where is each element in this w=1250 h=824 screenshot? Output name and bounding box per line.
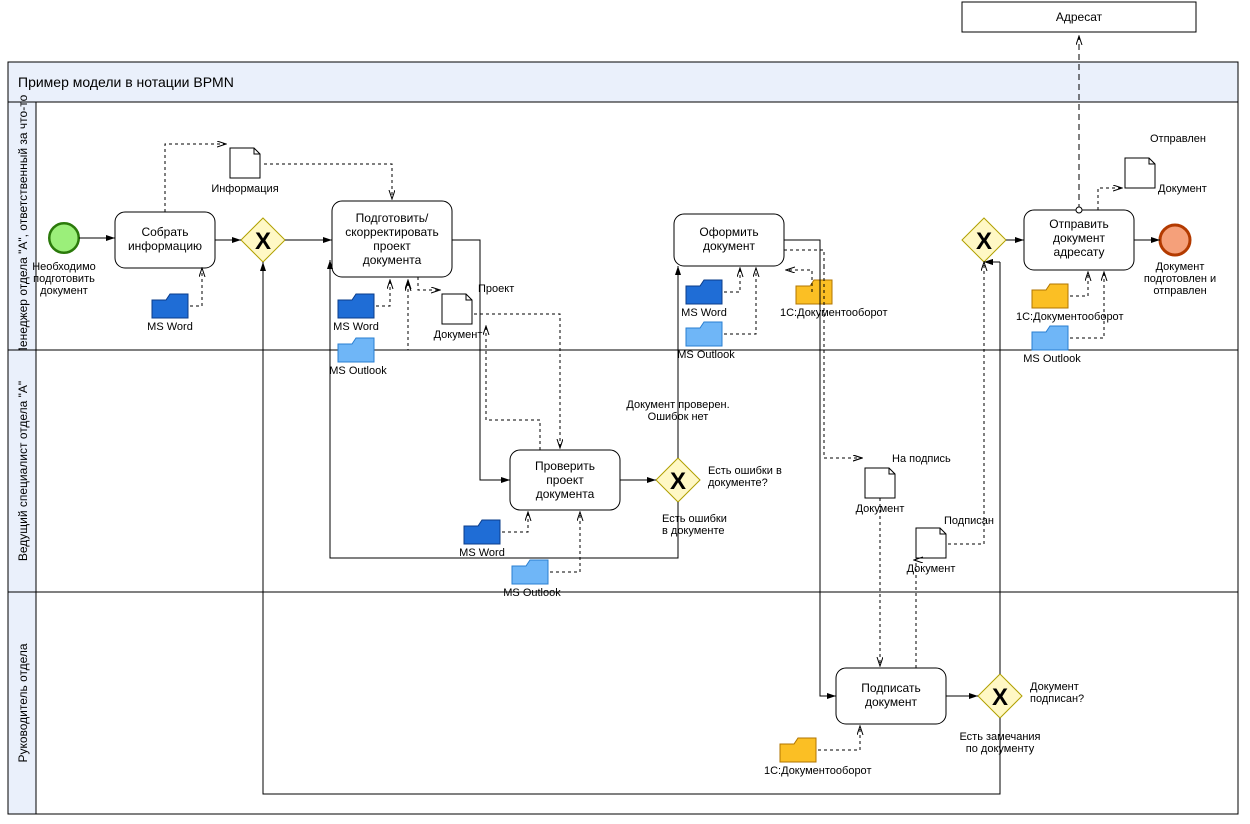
external-pool-label: Адресат bbox=[1056, 10, 1103, 24]
lane2-body bbox=[36, 350, 1238, 592]
svg-text:Подписатьдокумент: Подписатьдокумент bbox=[861, 681, 920, 709]
data-sent-state: Отправлен bbox=[1150, 133, 1206, 145]
data-signed-doc-label: Документ bbox=[907, 563, 956, 575]
folder-word-1-label: MS Word bbox=[147, 321, 193, 333]
svg-text:Оформитьдокумент: Оформитьдокумент bbox=[699, 225, 758, 253]
lane1-label: Менеджер отдела "А", ответственный за чт… bbox=[16, 94, 30, 357]
start-event-label-1: Необходимо bbox=[32, 261, 96, 273]
gateway-errors-yes-l1: Есть ошибки bbox=[662, 513, 727, 525]
task-sign-doc-l1: Подписать bbox=[861, 681, 920, 695]
data-project-doc-label: Документ bbox=[434, 329, 483, 341]
data-info-label: Информация bbox=[211, 183, 278, 195]
gateway-signed-q-l1: Документ bbox=[1030, 681, 1079, 693]
folder-outlook-4-label: MS Outlook bbox=[1023, 353, 1081, 365]
lane3-label: Руководитель отдела bbox=[16, 643, 30, 762]
task-format-doc-l1: Оформить bbox=[699, 225, 758, 239]
folder-1c-3-label: 1С:Документооборот bbox=[780, 307, 887, 319]
data-sign-state: На подпись bbox=[892, 453, 951, 465]
task-send-doc-l1: Отправить bbox=[1049, 217, 1109, 231]
svg-text:Есть ошибкив документе: Есть ошибкив документе bbox=[662, 513, 727, 537]
gateway-merge-2-x: X bbox=[976, 228, 992, 255]
data-sent-doc-label: Документ bbox=[1158, 183, 1207, 195]
folder-1c-6-label: 1С:Документооборот bbox=[764, 765, 871, 777]
folder-outlook-3-label: MS Outlook bbox=[677, 349, 735, 361]
task-collect-info-l1: Собрать bbox=[141, 225, 188, 239]
gateway-signed-x: X bbox=[992, 684, 1008, 711]
bpmn-diagram: Адресат Пример модели в нотации BPMN Мен… bbox=[0, 0, 1250, 824]
data-project-state: Проект bbox=[478, 283, 514, 295]
lane2-label: Ведущий специалист отдела "А" bbox=[16, 381, 30, 561]
svg-text:Необходимоподготовитьдокумент: Необходимоподготовитьдокумент bbox=[32, 261, 96, 297]
folder-outlook-2-label: MS Outlook bbox=[329, 365, 387, 377]
svg-text:Отправитьдокументадресату: Отправитьдокументадресату bbox=[1049, 217, 1109, 259]
pool-title: Пример модели в нотации BPMN bbox=[18, 74, 234, 90]
end-event-l1: Документ bbox=[1156, 261, 1205, 273]
end-event bbox=[1160, 225, 1190, 255]
folder-1c-4-label: 1С:Документооборот bbox=[1016, 311, 1123, 323]
folder-word-2-label: MS Word bbox=[333, 321, 379, 333]
data-signed-state: Подписан bbox=[944, 515, 994, 527]
task-check-doc-l1: Проверить bbox=[535, 459, 595, 473]
task-prepare-doc-l1: Подготовить/ bbox=[356, 211, 429, 225]
folder-outlook-5-label: MS Outlook bbox=[503, 587, 561, 599]
folder-word-5-label: MS Word bbox=[459, 547, 505, 559]
start-event-fill bbox=[50, 224, 78, 252]
svg-text:Документподписан?: Документподписан? bbox=[1030, 681, 1084, 705]
gateway-errors-x: X bbox=[670, 468, 686, 495]
gateway-errors-q-l1: Есть ошибки в bbox=[708, 465, 782, 477]
gateway-merge-1-x: X bbox=[255, 228, 271, 255]
folder-word-3-label: MS Word bbox=[681, 307, 727, 319]
